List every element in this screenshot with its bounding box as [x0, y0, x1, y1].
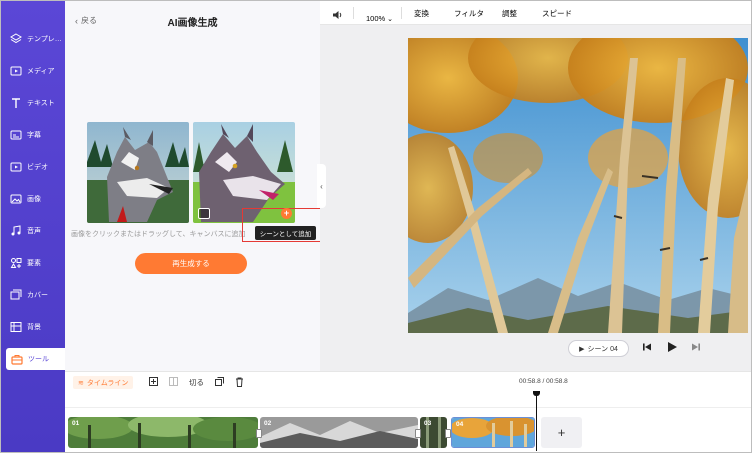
volume-icon[interactable] — [332, 7, 343, 25]
clip-number: 01 — [72, 420, 80, 427]
canvas-image-aspen-trees[interactable] — [408, 38, 748, 333]
sidebar-item-label: 背景 — [27, 324, 41, 331]
clip-number: 02 — [264, 420, 272, 427]
timeline-tab[interactable]: ≋ タイムライン — [73, 376, 134, 389]
sidebar-item-audio[interactable]: 音声 — [1, 219, 65, 243]
split-icon[interactable] — [169, 377, 178, 388]
sidebar: テンプレ… メディア テキスト 字幕 ビデオ 画像 音声 要素 カバー 背景 ツ… — [1, 1, 65, 452]
music-icon — [9, 224, 23, 238]
adjust-button[interactable]: 調整 — [502, 8, 517, 19]
toolbar-divider — [401, 7, 402, 19]
sidebar-item-media[interactable]: メディア — [1, 59, 65, 83]
sidebar-item-label: ビデオ — [27, 164, 48, 171]
sidebar-item-cover[interactable]: カバー — [1, 283, 65, 307]
elements-icon — [9, 256, 23, 270]
toolbar-divider — [353, 7, 354, 19]
cover-icon — [9, 288, 23, 302]
transform-button[interactable]: 変換 — [414, 8, 429, 19]
sidebar-item-label: 字幕 — [27, 132, 41, 139]
sidebar-item-label: カバー — [27, 292, 48, 299]
timecode: 00:58.8 / 00:58.8 — [519, 378, 568, 385]
speed-button[interactable]: スピード — [542, 8, 572, 19]
zoom-value: 100% — [366, 14, 386, 23]
timeline-icon: ≋ — [78, 379, 84, 387]
skip-back-icon[interactable] — [642, 342, 652, 355]
play-icon[interactable] — [667, 341, 678, 356]
chevron-left-icon: ‹ — [320, 181, 323, 191]
timeline-clip-4[interactable]: 04 — [451, 417, 535, 448]
sidebar-item-label: 画像 — [27, 196, 41, 203]
media-icon — [9, 64, 23, 78]
cut-button[interactable]: 切る — [189, 377, 204, 388]
preview-icon[interactable] — [198, 208, 210, 219]
video-icon — [9, 160, 23, 174]
playhead[interactable] — [536, 391, 537, 451]
filter-button[interactable]: フィルタ — [454, 8, 484, 19]
play-small-icon: ▶ — [579, 345, 585, 353]
text-icon — [9, 96, 23, 110]
subtitle-icon — [9, 128, 23, 142]
collapse-panel-button[interactable]: ‹ — [317, 164, 326, 208]
sidebar-item-background[interactable]: 背景 — [1, 315, 65, 339]
clip-number: 03 — [424, 420, 432, 427]
zoom-select[interactable]: 100% ⌄ — [366, 8, 393, 26]
transition-handle[interactable] — [256, 429, 262, 438]
sidebar-item-templates[interactable]: テンプレ… — [1, 27, 65, 51]
transition-handle[interactable] — [415, 429, 421, 438]
sidebar-item-label: テンプレ… — [27, 36, 62, 43]
sidebar-item-subtitles[interactable]: 字幕 — [1, 123, 65, 147]
skip-forward-icon[interactable] — [691, 342, 701, 355]
panel-title: AI画像生成 — [167, 18, 218, 29]
sidebar-item-tools[interactable]: ツール — [6, 348, 65, 370]
app-window: テンプレ… メディア テキスト 字幕 ビデオ 画像 音声 要素 カバー 背景 ツ… — [0, 0, 752, 453]
transition-handle[interactable] — [445, 429, 451, 438]
sidebar-item-label: テキスト — [27, 100, 55, 107]
sidebar-item-label: 音声 — [27, 228, 41, 235]
background-icon — [9, 320, 23, 334]
clip-number: 04 — [456, 421, 464, 428]
add-icon[interactable] — [149, 377, 158, 388]
timeline-ruler — [65, 394, 751, 408]
sidebar-item-label: ツール — [28, 356, 49, 363]
timeline-clip-1[interactable]: 01 — [68, 417, 258, 448]
generated-image-1[interactable] — [87, 122, 189, 223]
duplicate-icon[interactable] — [215, 377, 224, 388]
timeline-clip-3[interactable]: 03 — [420, 417, 447, 448]
sidebar-item-label: 要素 — [27, 260, 41, 267]
scene-selector[interactable]: ▶ シーン 04 — [568, 340, 629, 357]
timeline-label: タイムライン — [86, 379, 129, 387]
sidebar-item-label: メディア — [27, 68, 55, 75]
image-icon — [9, 192, 23, 206]
sidebar-item-elements[interactable]: 要素 — [1, 251, 65, 275]
sidebar-item-text[interactable]: テキスト — [1, 91, 65, 115]
regenerate-button[interactable]: 再生成する — [135, 253, 247, 274]
scene-label: シーン 04 — [587, 345, 618, 353]
chevron-down-icon: ⌄ — [385, 16, 393, 23]
toolbox-icon — [10, 352, 24, 366]
sidebar-item-images[interactable]: 画像 — [1, 187, 65, 211]
add-scene-button[interactable]: + — [281, 208, 292, 219]
layers-icon — [9, 32, 23, 46]
add-clip-button[interactable]: + — [541, 417, 582, 448]
add-scene-tooltip: シーンとして追加 — [255, 226, 316, 240]
timeline-clip-2[interactable]: 02 — [260, 417, 418, 448]
sidebar-item-video[interactable]: ビデオ — [1, 155, 65, 179]
delete-icon[interactable] — [235, 377, 244, 389]
